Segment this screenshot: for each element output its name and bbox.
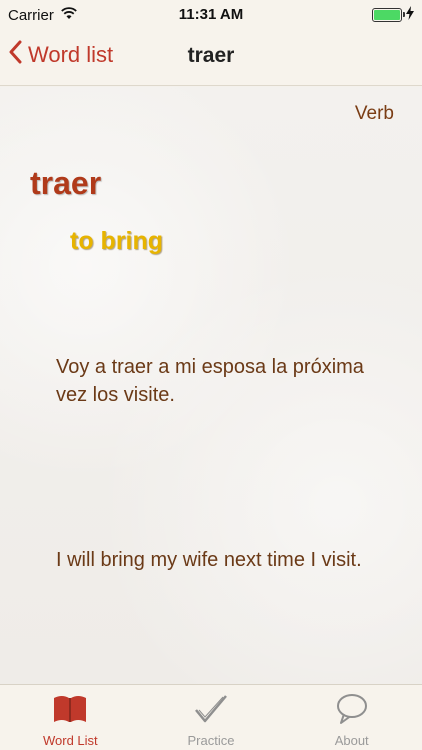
tab-about-label: About [334,733,369,748]
tab-about[interactable]: About [281,685,422,750]
example-sentence-spanish: Voy a traer a mi esposa la próxima vez l… [56,356,364,406]
status-right [372,6,414,24]
tab-word-list-label: Word List [43,733,98,748]
tab-word-list[interactable]: Word List [0,685,141,750]
charging-icon [406,6,414,24]
battery-fill [374,10,400,20]
part-of-speech-label: Verb [354,103,394,124]
navigation-bar: Word list traer [0,30,422,86]
speech-bubble-icon [332,691,372,727]
book-icon [50,691,90,727]
battery-icon [372,8,405,22]
back-button-label: Word list [28,42,114,67]
status-bar: Carrier 11:31 AM [0,0,422,30]
chevron-left-icon [8,40,22,70]
spanish-word: traer [30,165,102,201]
tab-practice[interactable]: Practice [141,685,282,750]
checkmark-icon [191,691,231,727]
back-button[interactable]: Word list [8,40,113,70]
tab-bar: Word List Practice About [0,684,422,750]
tab-practice-label: Practice [187,733,235,748]
english-translation: to bring [70,227,164,255]
word-detail-card: Verb traer to bring Voy a traer a mi esp… [0,87,422,684]
status-time: 11:31 AM [178,6,244,23]
example-sentence-english: I will bring my wife next time I visit. [56,549,362,571]
